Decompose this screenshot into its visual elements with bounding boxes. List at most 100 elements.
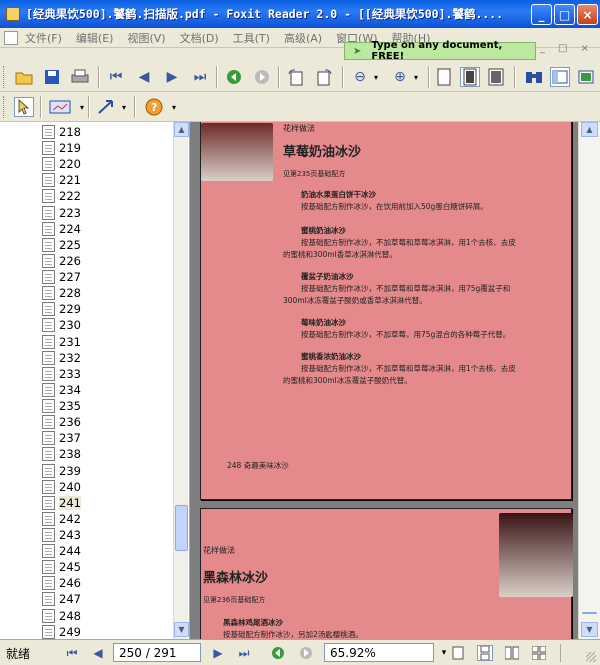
doc-scroll-up-icon[interactable]: ▲	[581, 122, 598, 137]
menu-file[interactable]: 文件(F)	[18, 30, 69, 46]
status-back-icon[interactable]	[270, 645, 286, 661]
close-button[interactable]: ×	[577, 4, 598, 25]
page-thumbnail-item[interactable]: 218	[42, 124, 81, 140]
fit-width-icon[interactable]	[486, 67, 506, 87]
snapshot-icon[interactable]	[48, 97, 72, 117]
menu-edit[interactable]: 编辑(E)	[69, 30, 121, 46]
status-first-page-icon[interactable]: ⏮	[64, 645, 80, 661]
base-recipe-ref: 见第236页基础配方	[203, 596, 266, 604]
page-thumbnail-item[interactable]: 237	[42, 430, 81, 446]
doc-scroll-thumb[interactable]	[582, 612, 597, 614]
ad-banner[interactable]: ➤ Type on any document, FREE!	[344, 40, 536, 62]
sidebar-scroll-thumb[interactable]	[175, 505, 188, 551]
toolbar-grip[interactable]	[3, 66, 6, 88]
page-thumbnail-item[interactable]: 219	[42, 140, 81, 156]
status-last-page-icon[interactable]: ⏭	[236, 645, 252, 661]
page-thumbnail-item[interactable]: 229	[42, 301, 81, 317]
page-thumbnail-item[interactable]: 226	[42, 253, 81, 269]
page-thumbnail-item[interactable]: 239	[42, 463, 81, 479]
page-thumbnail-item[interactable]: 236	[42, 414, 81, 430]
last-page-icon[interactable]: ⏭	[190, 67, 210, 87]
binoculars-icon[interactable]	[524, 67, 544, 87]
page-thumbnail-item[interactable]: 244	[42, 543, 81, 559]
previous-page-icon[interactable]: ◀	[134, 67, 154, 87]
zoom-out-dropdown-icon[interactable]: ▾	[366, 67, 386, 87]
page-thumbnail-item[interactable]: 242	[42, 511, 81, 527]
section-label: 花样做法	[283, 124, 315, 133]
page-number-label: 238	[59, 447, 81, 462]
doc-scroll-down-icon[interactable]: ▼	[581, 622, 598, 637]
zoom-in-dropdown-icon[interactable]: ▾	[406, 67, 426, 87]
menu-advanced[interactable]: 高级(A)	[277, 30, 329, 46]
page-thumbnail-item[interactable]: 247	[42, 591, 81, 607]
maximize-button[interactable]: □	[554, 4, 575, 25]
status-forward-icon[interactable]	[298, 645, 314, 661]
page-thumbnail-item[interactable]: 235	[42, 398, 81, 414]
page-thumbnail-item[interactable]: 232	[42, 350, 81, 366]
sidebar-scrollbar[interactable]: ▲ ▼	[173, 122, 189, 639]
menu-view[interactable]: 视图(V)	[120, 30, 172, 46]
base-recipe-ref: 见第235页基础配方	[283, 170, 346, 178]
document-view[interactable]: 花样做法 草莓奶油冰沙 见第235页基础配方 奶油水果蛋白饼干冰沙 按基础配方制…	[190, 122, 600, 639]
page-thumbnail-item[interactable]: 249	[42, 624, 81, 639]
status-previous-page-icon[interactable]: ◀	[90, 645, 106, 661]
page-thumbnail-item[interactable]: 234	[42, 382, 81, 398]
mdi-window-controls[interactable]: _ □ ×	[540, 43, 594, 54]
document-scrollbar[interactable]: ▲ ▼	[578, 122, 600, 639]
page-thumbnail-item[interactable]: 233	[42, 366, 81, 382]
help-icon[interactable]: ?	[144, 97, 164, 117]
page-thumbnail-item[interactable]: 220	[42, 156, 81, 172]
page-thumbnail-item[interactable]: 222	[42, 188, 81, 204]
menu-document[interactable]: 文档(D)	[173, 30, 226, 46]
status-next-page-icon[interactable]: ▶	[210, 645, 226, 661]
page-thumbnail-item[interactable]: 227	[42, 269, 81, 285]
page-thumbnail-item[interactable]: 240	[42, 479, 81, 495]
facing-pages-icon[interactable]	[504, 645, 520, 661]
zoom-field[interactable]: 65.92%	[324, 643, 434, 662]
forward-icon[interactable]	[252, 67, 272, 87]
page-thumbnail-item[interactable]: 225	[42, 237, 81, 253]
document-icon[interactable]	[4, 30, 18, 45]
minimize-button[interactable]: _	[531, 4, 552, 25]
menu-tools[interactable]: 工具(T)	[226, 30, 277, 46]
toolbar-grip-2[interactable]	[3, 96, 6, 118]
page-thumbnail-item[interactable]: 231	[42, 334, 81, 350]
save-icon[interactable]	[42, 67, 62, 87]
sidebar-scroll-down-icon[interactable]: ▼	[174, 622, 189, 637]
page-thumbnail-item[interactable]: 221	[42, 172, 81, 188]
page-icon	[42, 511, 55, 526]
next-page-icon[interactable]: ▶	[162, 67, 182, 87]
page-number-field[interactable]: 250 / 291	[113, 643, 201, 662]
rotate-left-icon[interactable]	[286, 67, 306, 87]
full-screen-icon[interactable]	[576, 67, 596, 87]
page-thumbnail-item[interactable]: 230	[42, 317, 81, 333]
continuous-page-icon[interactable]	[477, 645, 493, 661]
foxit-app-icon[interactable]	[6, 7, 20, 21]
sidebar-scroll-up-icon[interactable]: ▲	[174, 122, 189, 137]
page-thumbnail-item[interactable]: 241	[42, 495, 81, 511]
help-dropdown-icon[interactable]: ▾	[164, 97, 184, 117]
fit-page-icon[interactable]	[460, 67, 480, 87]
page-thumbnail-item[interactable]: 224	[42, 221, 81, 237]
bookmarks-panel-icon[interactable]	[550, 67, 570, 87]
resize-grip[interactable]	[586, 652, 596, 662]
page-thumbnail-item[interactable]: 223	[42, 205, 81, 221]
single-page-icon[interactable]	[450, 645, 466, 661]
page-thumbnail-item[interactable]: 246	[42, 575, 81, 591]
open-icon[interactable]	[14, 67, 34, 87]
actual-size-icon[interactable]	[434, 67, 454, 87]
page-thumbnail-item[interactable]: 228	[42, 285, 81, 301]
back-icon[interactable]	[224, 67, 244, 87]
rotate-right-icon[interactable]	[314, 67, 334, 87]
arrow-tool-dropdown-icon[interactable]: ▾	[114, 97, 134, 117]
first-page-icon[interactable]: ⏮	[106, 67, 126, 87]
select-cursor-icon[interactable]	[14, 97, 34, 117]
arrow-tool-icon[interactable]	[96, 97, 116, 117]
continuous-facing-icon[interactable]	[531, 645, 547, 661]
page-thumbnail-item[interactable]: 238	[42, 446, 81, 462]
page-icon	[42, 463, 55, 478]
page-thumbnail-item[interactable]: 248	[42, 608, 81, 624]
print-icon[interactable]	[70, 67, 90, 87]
page-thumbnail-item[interactable]: 243	[42, 527, 81, 543]
page-thumbnail-item[interactable]: 245	[42, 559, 81, 575]
